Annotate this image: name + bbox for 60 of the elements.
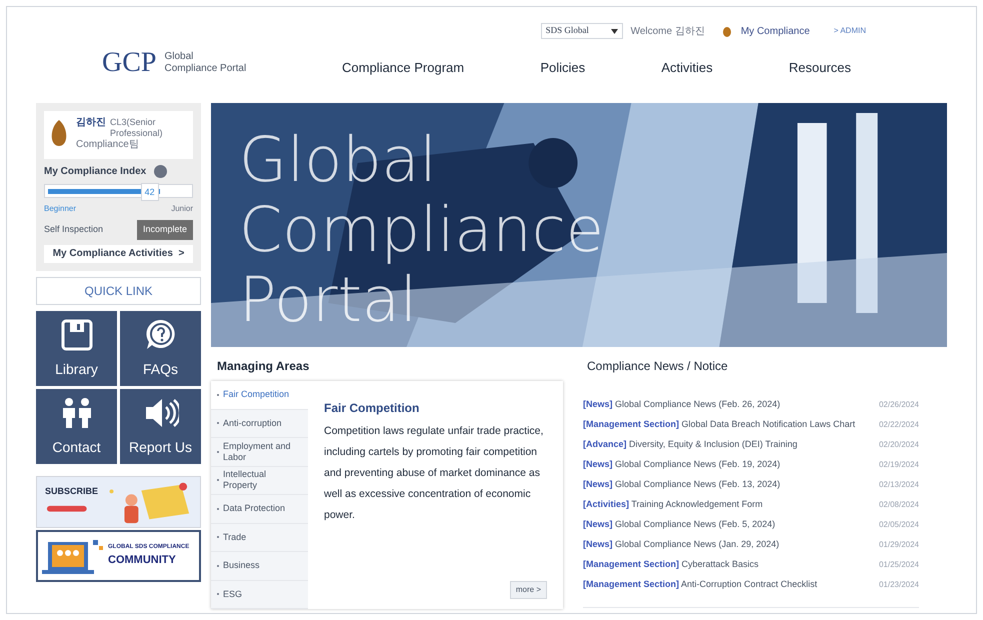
logo-subtitle: Compliance Portal [164, 63, 246, 76]
news-link[interactable]: [Activities] Training Acknowledgement Form [583, 498, 763, 512]
activities-button[interactable]: My Compliance Activities > [44, 244, 193, 262]
nav-link[interactable]: Resources [788, 58, 851, 77]
section-title: Compliance News / Notice [587, 358, 729, 375]
logo-subtitle: Global [164, 50, 194, 63]
quick-link-tile[interactable]: Contact [36, 388, 117, 464]
news-date: 02/22/2024 [878, 419, 919, 431]
detail-title: Fair Competition [324, 400, 420, 417]
index-value: 42 [140, 183, 159, 201]
news-date: 01/25/2024 [878, 559, 919, 571]
news-link[interactable]: [Management Section] Global Data Breach Notification Laws Chart [583, 418, 856, 432]
inspection-label: Self Inspection [44, 223, 104, 236]
news-link[interactable]: [News] Global Compliance News (Feb. 5, 2024) [583, 518, 776, 532]
user-name: 김하진 [76, 117, 106, 128]
quick-link-tile[interactable]: Library [36, 310, 117, 386]
news-link[interactable]: [News] Global Compliance News (Jan. 29, 2024) [583, 538, 780, 552]
banner-title: Compliance [239, 195, 604, 265]
my-compliance-link[interactable]: My Compliance [740, 24, 810, 38]
welcome-text: Welcome 김하진 [630, 24, 705, 38]
quick-link-tile[interactable]: Report Us [120, 388, 201, 464]
admin-link[interactable]: > ADMIN [834, 25, 866, 37]
news-date: 01/23/2024 [878, 579, 919, 591]
quick-link-header: QUICK LINK [36, 276, 201, 304]
detail-text: Competition laws regulate unfair trade practice, including cartels by promoting fair competition and preventing abuse of market dominance as well as excessive concentration of economic power. [324, 424, 544, 523]
logo[interactable]: GCP [102, 49, 156, 77]
quick-link-tile[interactable]: FAQs [120, 310, 201, 386]
level-from: Beginner [44, 203, 76, 215]
news-link[interactable]: [News] Global Compliance News (Feb. 19, 2024) [583, 458, 780, 472]
nav-link[interactable]: Activities [661, 58, 713, 77]
section-title: Managing Areas [217, 358, 310, 375]
community-title: COMMUNITY [108, 552, 177, 568]
company-select[interactable]: SDS Global [540, 23, 623, 39]
acorn-icon [720, 25, 733, 37]
subscribe-banner[interactable]: SUBSCRIBE [36, 476, 201, 528]
news-link[interactable]: [News] Global Compliance News (Feb. 26, 2024) [583, 398, 780, 412]
news-link[interactable]: [News] Global Compliance News (Feb. 13, 2024) [583, 478, 780, 492]
news-date: 01/29/2024 [878, 539, 919, 551]
status-badge: Incomplete [136, 220, 193, 240]
index-label: My Compliance Index [44, 165, 146, 179]
news-date: 02/13/2024 [878, 479, 919, 491]
acorn-avatar-icon [50, 119, 68, 147]
level-to: Junior [171, 203, 193, 215]
more-button[interactable]: more > [510, 581, 547, 599]
nav-link[interactable]: Policies [540, 58, 586, 77]
area-tab[interactable]: Fair Competition [211, 381, 308, 410]
nav-link[interactable]: Compliance Program [342, 58, 464, 77]
news-date: 02/26/2024 [878, 399, 919, 411]
user-title: CL3(Senior Professional) [110, 117, 164, 139]
news-link[interactable]: [Management Section] Anti-Corruption Contract Checklist [583, 578, 818, 592]
news-link[interactable]: [Management Section] Cyberattack Basics [583, 558, 759, 572]
news-date: 02/05/2024 [878, 519, 919, 531]
user-team: Compliance팀 [76, 139, 140, 150]
help-icon[interactable] [154, 165, 168, 178]
banner-title: Global [239, 125, 438, 195]
news-date: 02/19/2024 [878, 459, 919, 471]
caret-icon [610, 28, 618, 34]
news-date: 02/20/2024 [878, 439, 919, 451]
news-date: 02/08/2024 [878, 499, 919, 511]
news-link[interactable]: [Advance] Diversity, Equity & Inclusion (DEI) Training [583, 438, 798, 452]
